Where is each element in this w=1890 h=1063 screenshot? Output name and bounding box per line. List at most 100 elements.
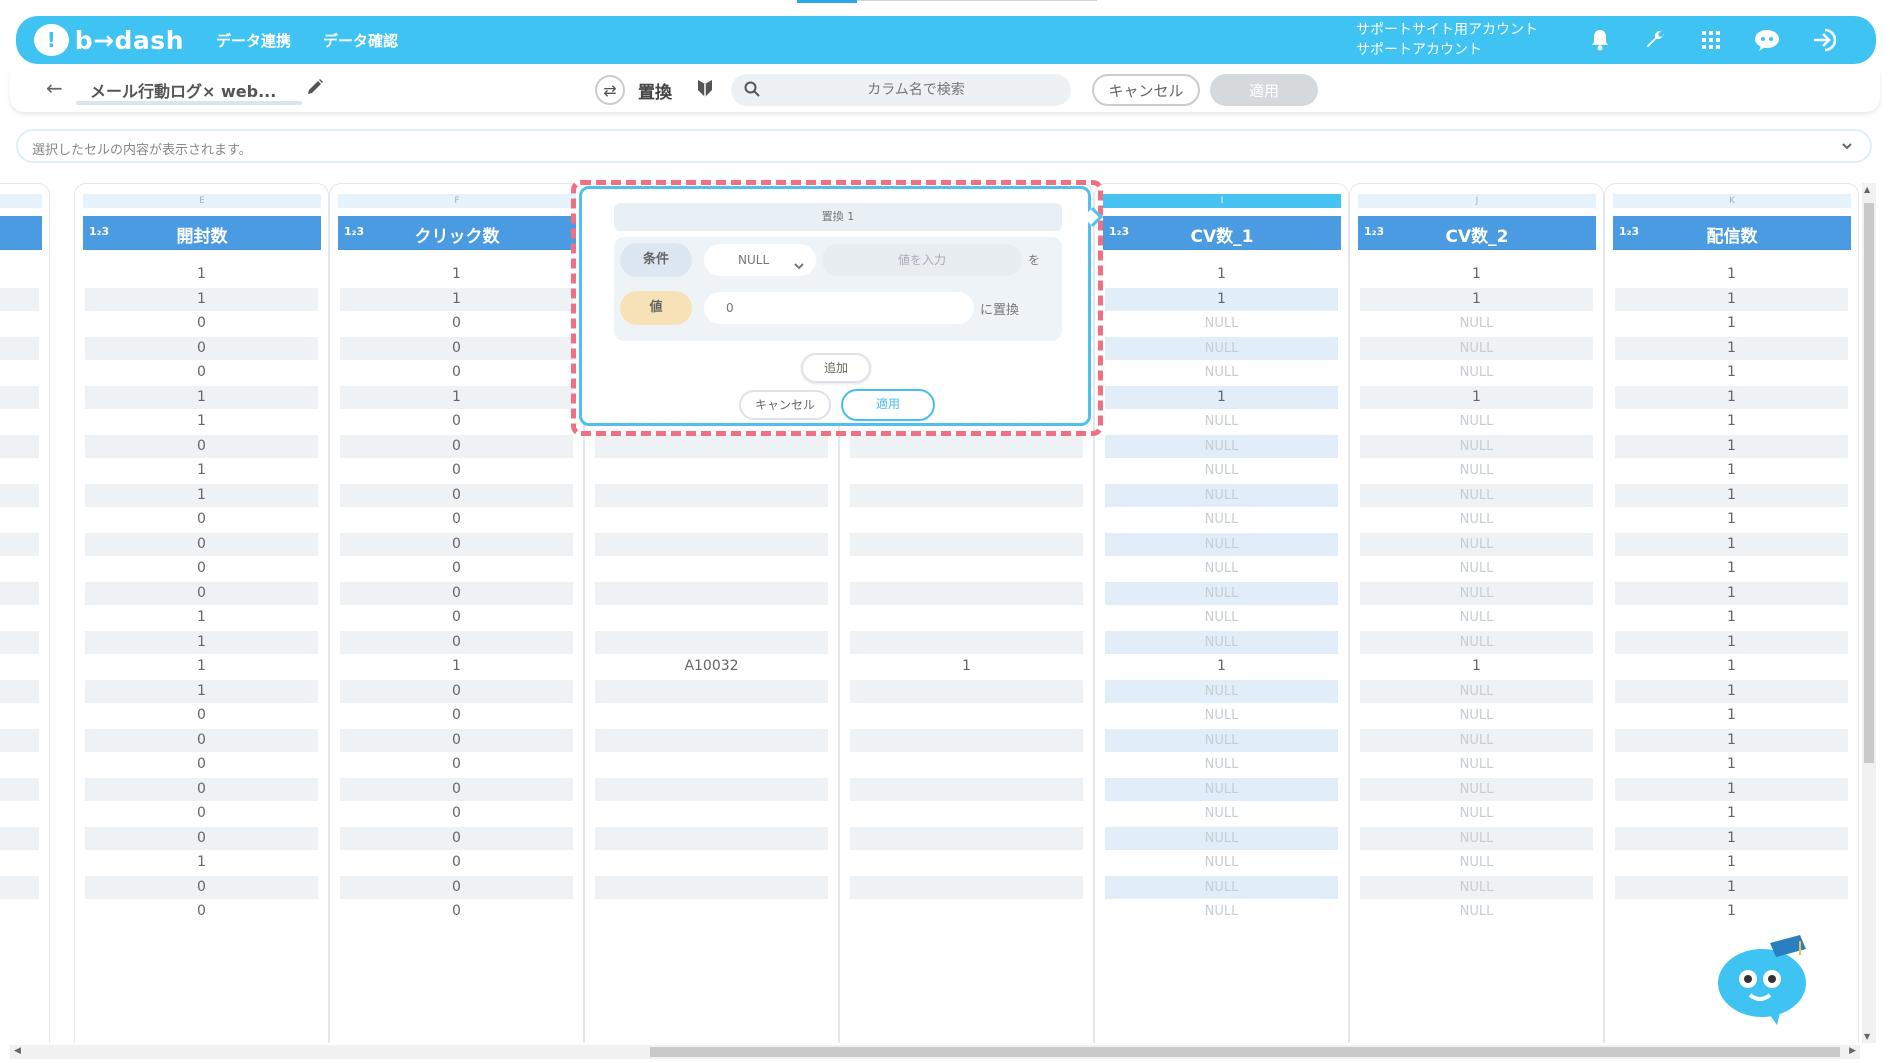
table-cell[interactable] — [595, 875, 828, 899]
table-cell[interactable]: 1 — [1360, 385, 1593, 409]
table-cell[interactable] — [0, 385, 39, 409]
table-cell[interactable]: 0 — [340, 532, 573, 556]
table-cell[interactable] — [595, 826, 828, 850]
table-cell[interactable] — [0, 410, 39, 433]
table-cell[interactable]: 1 — [85, 263, 318, 286]
table-cell[interactable] — [0, 459, 39, 482]
table-cell[interactable] — [850, 704, 1083, 727]
table-cell[interactable] — [595, 777, 828, 801]
table-cell[interactable]: NULL — [1360, 434, 1593, 458]
table-cell[interactable]: NULL — [1105, 361, 1338, 384]
table-cell[interactable]: 0 — [340, 581, 573, 605]
table-cell[interactable]: NULL — [1360, 728, 1593, 752]
table-cell[interactable]: 1 — [1615, 875, 1848, 899]
beginner-mark-icon[interactable] — [694, 77, 716, 99]
table-cell[interactable] — [0, 581, 39, 605]
table-cell[interactable]: NULL — [1105, 532, 1338, 556]
cell-content-bar[interactable]: 選択したセルの内容が表示されます。 — [16, 129, 1872, 163]
table-cell[interactable] — [0, 728, 39, 752]
table-cell[interactable]: 0 — [340, 336, 573, 360]
table-cell[interactable]: NULL — [1105, 483, 1338, 507]
table-cell[interactable] — [0, 900, 39, 923]
table-cell[interactable]: 0 — [340, 851, 573, 874]
table-cell[interactable]: 1 — [1615, 434, 1848, 458]
table-cell[interactable] — [850, 826, 1083, 850]
table-cell[interactable] — [595, 704, 828, 727]
table-cell[interactable]: 1 — [1615, 459, 1848, 482]
table-cell[interactable]: 0 — [340, 679, 573, 703]
replace-mode-icon[interactable]: ⇄ — [595, 75, 625, 105]
table-cell[interactable]: 1 — [1105, 263, 1338, 286]
chevron-down-icon[interactable] — [1838, 137, 1856, 155]
mascot-assistant-icon[interactable] — [1712, 925, 1817, 1025]
table-cell[interactable]: 0 — [340, 802, 573, 825]
table-cell[interactable] — [0, 777, 39, 801]
table-cell[interactable]: 1 — [85, 851, 318, 874]
wrench-icon[interactable] — [1641, 26, 1669, 54]
table-cell[interactable]: NULL — [1105, 826, 1338, 850]
table-cell[interactable] — [850, 728, 1083, 752]
column-header[interactable]: 1₂3 CV数_2 — [1358, 216, 1596, 250]
table-cell[interactable] — [0, 655, 39, 678]
table-cell[interactable]: 1 — [1615, 704, 1848, 727]
table-cell[interactable]: 1 — [1105, 655, 1338, 678]
table-cell[interactable] — [850, 802, 1083, 825]
horizontal-scrollbar[interactable]: ◀ ▶ — [10, 1045, 1860, 1059]
table-cell[interactable]: 0 — [340, 777, 573, 801]
column-header[interactable] — [0, 216, 42, 250]
table-cell[interactable] — [0, 851, 39, 874]
table-cell[interactable] — [850, 459, 1083, 482]
table-cell[interactable]: 0 — [340, 900, 573, 923]
table-cell[interactable]: 1 — [1615, 728, 1848, 752]
table-cell[interactable]: 0 — [340, 606, 573, 629]
logo[interactable]: ! b→dash — [34, 24, 184, 56]
pencil-icon[interactable] — [305, 77, 325, 97]
table-cell[interactable]: 1 — [1615, 312, 1848, 335]
scroll-left-icon[interactable]: ◀ — [14, 1046, 21, 1056]
vertical-scrollbar[interactable]: ▲ ▼ — [1862, 183, 1876, 1043]
table-cell[interactable]: NULL — [1360, 900, 1593, 923]
table-cell[interactable]: 1 — [1360, 655, 1593, 678]
table-cell[interactable]: A10032 — [595, 655, 828, 678]
table-cell[interactable]: 1 — [1615, 483, 1848, 507]
table-cell[interactable]: NULL — [1360, 361, 1593, 384]
table-cell[interactable] — [0, 287, 39, 311]
table-cell[interactable]: 1 — [1615, 287, 1848, 311]
table-cell[interactable]: 1 — [1615, 655, 1848, 678]
table-cell[interactable] — [850, 606, 1083, 629]
table-cell[interactable]: 0 — [340, 826, 573, 850]
table-cell[interactable] — [595, 679, 828, 703]
table-cell[interactable]: 1 — [85, 483, 318, 507]
bell-icon[interactable] — [1586, 26, 1614, 54]
table-cell[interactable]: 0 — [85, 581, 318, 605]
table-cell[interactable] — [595, 483, 828, 507]
table-cell[interactable]: NULL — [1105, 630, 1338, 654]
table-cell[interactable]: 1 — [85, 385, 318, 409]
table-cell[interactable] — [0, 312, 39, 335]
table-cell[interactable]: 1 — [850, 655, 1083, 678]
table-cell[interactable]: NULL — [1360, 532, 1593, 556]
table-cell[interactable]: NULL — [1105, 728, 1338, 752]
nav-data-check[interactable]: データ確認 — [323, 30, 398, 51]
table-cell[interactable]: NULL — [1360, 875, 1593, 899]
table-cell[interactable] — [0, 508, 39, 531]
table-cell[interactable] — [0, 753, 39, 776]
scroll-down-icon[interactable]: ▼ — [1864, 1032, 1870, 1041]
table-cell[interactable]: NULL — [1360, 410, 1593, 433]
table-cell[interactable]: 0 — [85, 777, 318, 801]
table-cell[interactable]: NULL — [1105, 336, 1338, 360]
table-cell[interactable] — [595, 557, 828, 580]
table-cell[interactable]: 0 — [85, 704, 318, 727]
table-cell[interactable]: 1 — [85, 287, 318, 311]
logout-icon[interactable] — [1811, 26, 1839, 54]
table-cell[interactable] — [595, 581, 828, 605]
table-cell[interactable]: 0 — [340, 557, 573, 580]
table-cell[interactable]: 0 — [85, 508, 318, 531]
table-cell[interactable] — [595, 753, 828, 776]
replace-value-input[interactable]: 0 — [704, 292, 974, 324]
table-cell[interactable] — [0, 557, 39, 580]
table-cell[interactable]: NULL — [1360, 630, 1593, 654]
table-cell[interactable]: 1 — [1615, 630, 1848, 654]
table-cell[interactable]: 1 — [1615, 361, 1848, 384]
table-cell[interactable]: 1 — [85, 606, 318, 629]
